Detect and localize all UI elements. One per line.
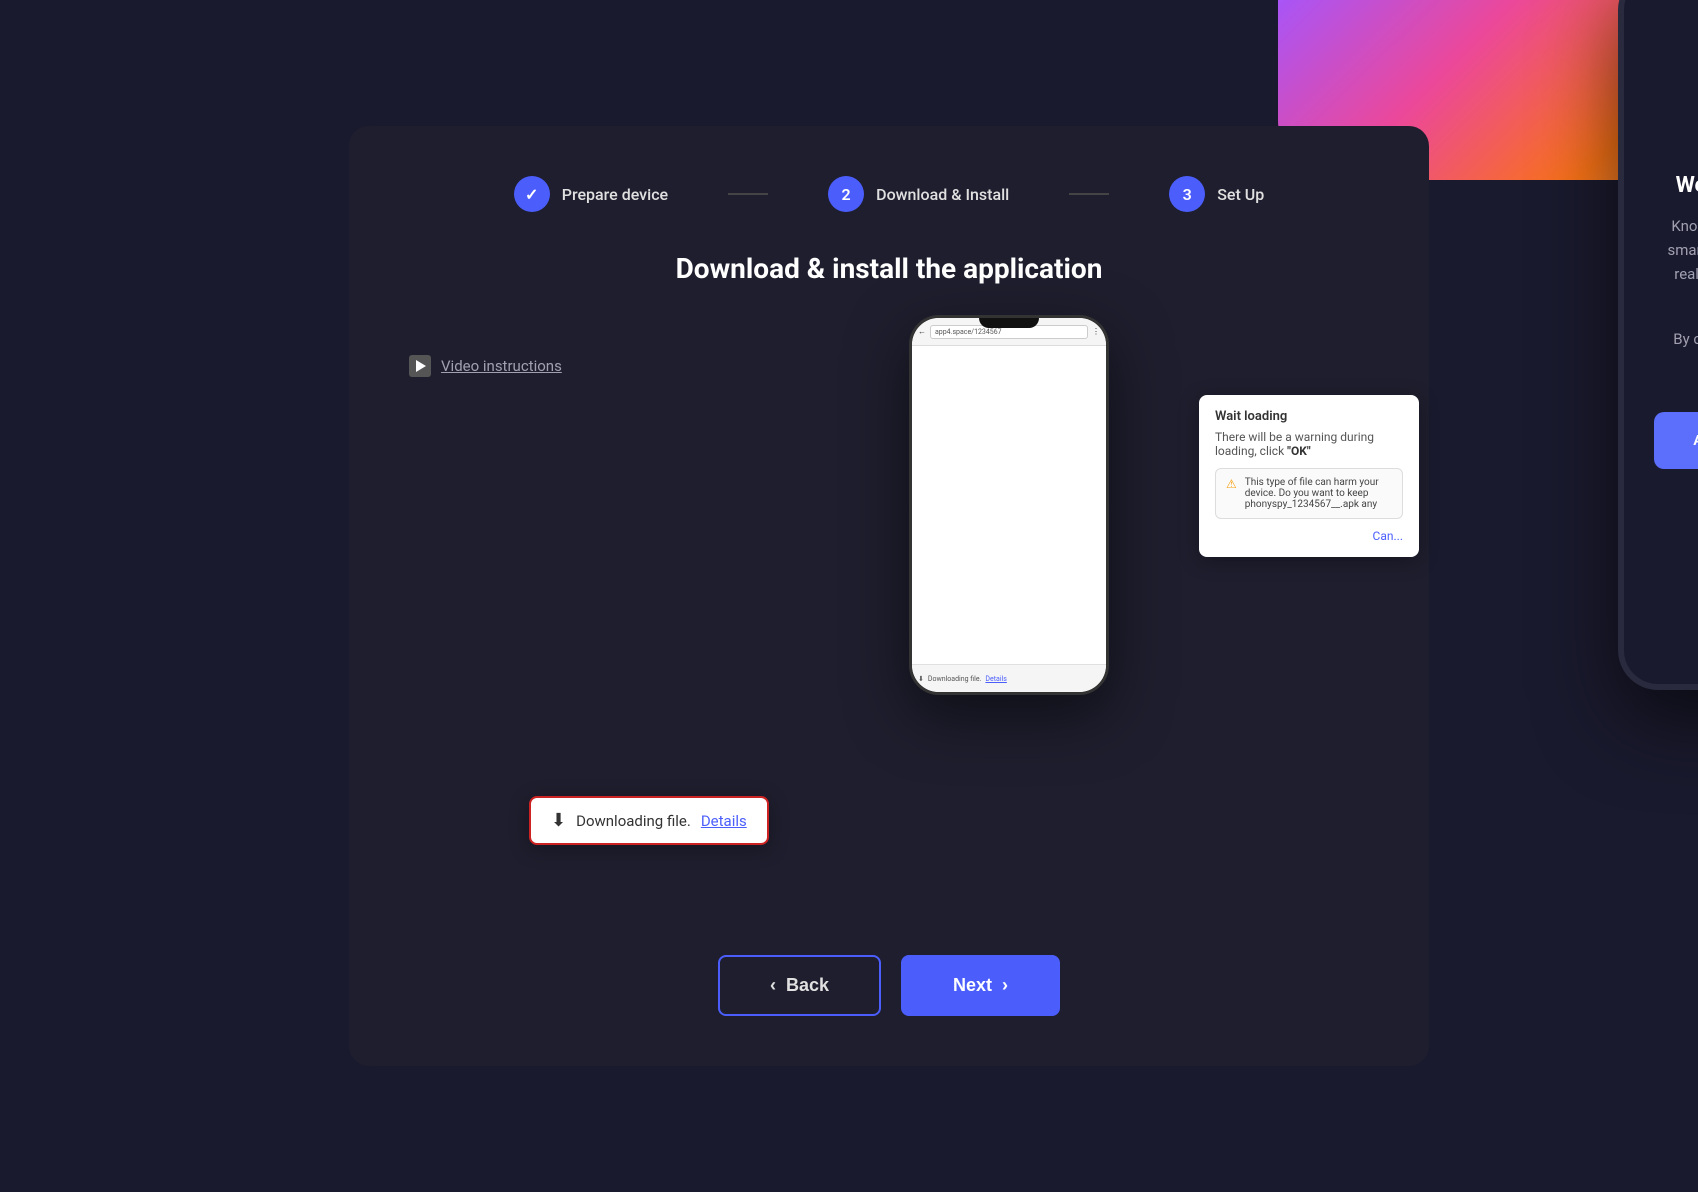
step-download: 2 Download & Install <box>828 176 1009 212</box>
back-chevron-icon: ‹ <box>770 975 776 996</box>
phone-content <box>912 346 1106 664</box>
download-popup: ⬇ Downloading file. Details <box>529 796 769 845</box>
play-triangle <box>416 360 426 372</box>
download-icon-small: ⬇ <box>918 675 924 683</box>
step-divider-2 <box>1069 193 1109 195</box>
step-setup: 3 Set Up <box>1169 176 1264 212</box>
nav-buttons: ‹ Back Next › <box>718 955 1060 1016</box>
phone-screen: ← app4.space/1234567 ⋮ ⬇ Downloading fil… <box>912 318 1106 692</box>
more-icon: ⋮ <box>1092 327 1100 336</box>
downloading-text-small: Downloading file. <box>928 675 982 683</box>
ps-welcome-title: Welcome to Phonyspy! <box>1676 173 1698 198</box>
stepper: ✓ Prepare device 2 Download & Install 3 … <box>514 176 1265 212</box>
play-icon <box>409 355 431 377</box>
step-divider-1 <box>728 193 768 195</box>
back-button[interactable]: ‹ Back <box>718 955 881 1016</box>
warning-actions: Can... <box>1215 529 1403 543</box>
ps-eula-text: By continuing yoy agree with EULA <box>1673 330 1698 348</box>
phone-mockup: ← app4.space/1234567 ⋮ ⬇ Downloading fil… <box>909 315 1109 695</box>
ps-content: P Phonyspy Welcome to Phonyspy! Know eve… <box>1624 10 1698 684</box>
warning-title: Wait loading <box>1215 409 1403 424</box>
phone-bottom-download: ⬇ Downloading file. Details <box>912 664 1106 692</box>
step-label-setup: Set Up <box>1217 185 1264 204</box>
warning-subtitle-text: There will be a warning during loading, … <box>1215 430 1374 458</box>
video-instructions-label: Video instructions <box>441 357 562 375</box>
main-panel: ✓ Prepare device 2 Download & Install 3 … <box>349 126 1429 1066</box>
downloading-file-text: Downloading file. <box>576 812 691 830</box>
warning-cancel-button[interactable]: Can... <box>1373 529 1403 543</box>
page-title: Download & install the application <box>676 252 1103 285</box>
ps-time: 11:10 <box>1644 0 1679 4</box>
details-link-small[interactable]: Details <box>985 675 1006 683</box>
next-button[interactable]: Next › <box>901 955 1060 1016</box>
video-instructions-link[interactable]: Video instructions <box>409 355 609 377</box>
warning-box-text: This type of file can harm your device. … <box>1245 477 1392 510</box>
warning-popup: Wait loading There will be a warning dur… <box>1199 395 1419 557</box>
step-circle-setup: 3 <box>1169 176 1205 212</box>
warning-subtitle: There will be a warning during loading, … <box>1215 430 1403 458</box>
back-label: Back <box>786 975 829 996</box>
details-link[interactable]: Details <box>701 812 747 830</box>
download-arrow-icon: ⬇ <box>551 810 566 831</box>
step-label-prepare: Prepare device <box>562 185 668 204</box>
agree-and-continue-button[interactable]: AGREE AND CONTINUE <box>1654 412 1698 469</box>
warning-box: ⚠ This type of file can harm your device… <box>1215 468 1403 519</box>
phone-area: Wait loading There will be a warning dur… <box>649 315 1369 925</box>
step-circle-prepare: ✓ <box>514 176 550 212</box>
next-chevron-icon: › <box>1002 975 1008 996</box>
back-nav-icon: ← <box>918 327 926 336</box>
ps-status-bar: 11:10 ▼ ▮▮ ▮ <box>1624 0 1698 10</box>
step-circle-download: 2 <box>828 176 864 212</box>
ps-eula-prefix: By continuing yoy agree with <box>1673 330 1698 348</box>
warning-triangle-icon: ⚠ <box>1226 477 1237 510</box>
step-prepare: ✓ Prepare device <box>514 176 668 212</box>
ps-description: Know everything that happens on a smartp… <box>1654 214 1698 310</box>
step-label-download: Download & Install <box>876 185 1009 204</box>
phone-notch <box>979 318 1039 328</box>
phonyspy-phone: 11:10 ▼ ▮▮ ▮ P Phonyspy Welcome to Phony… <box>1618 0 1698 690</box>
next-label: Next <box>953 975 992 996</box>
warning-ok: "OK" <box>1287 444 1311 458</box>
content-area: Video instructions Wait loading There wi… <box>409 315 1369 925</box>
